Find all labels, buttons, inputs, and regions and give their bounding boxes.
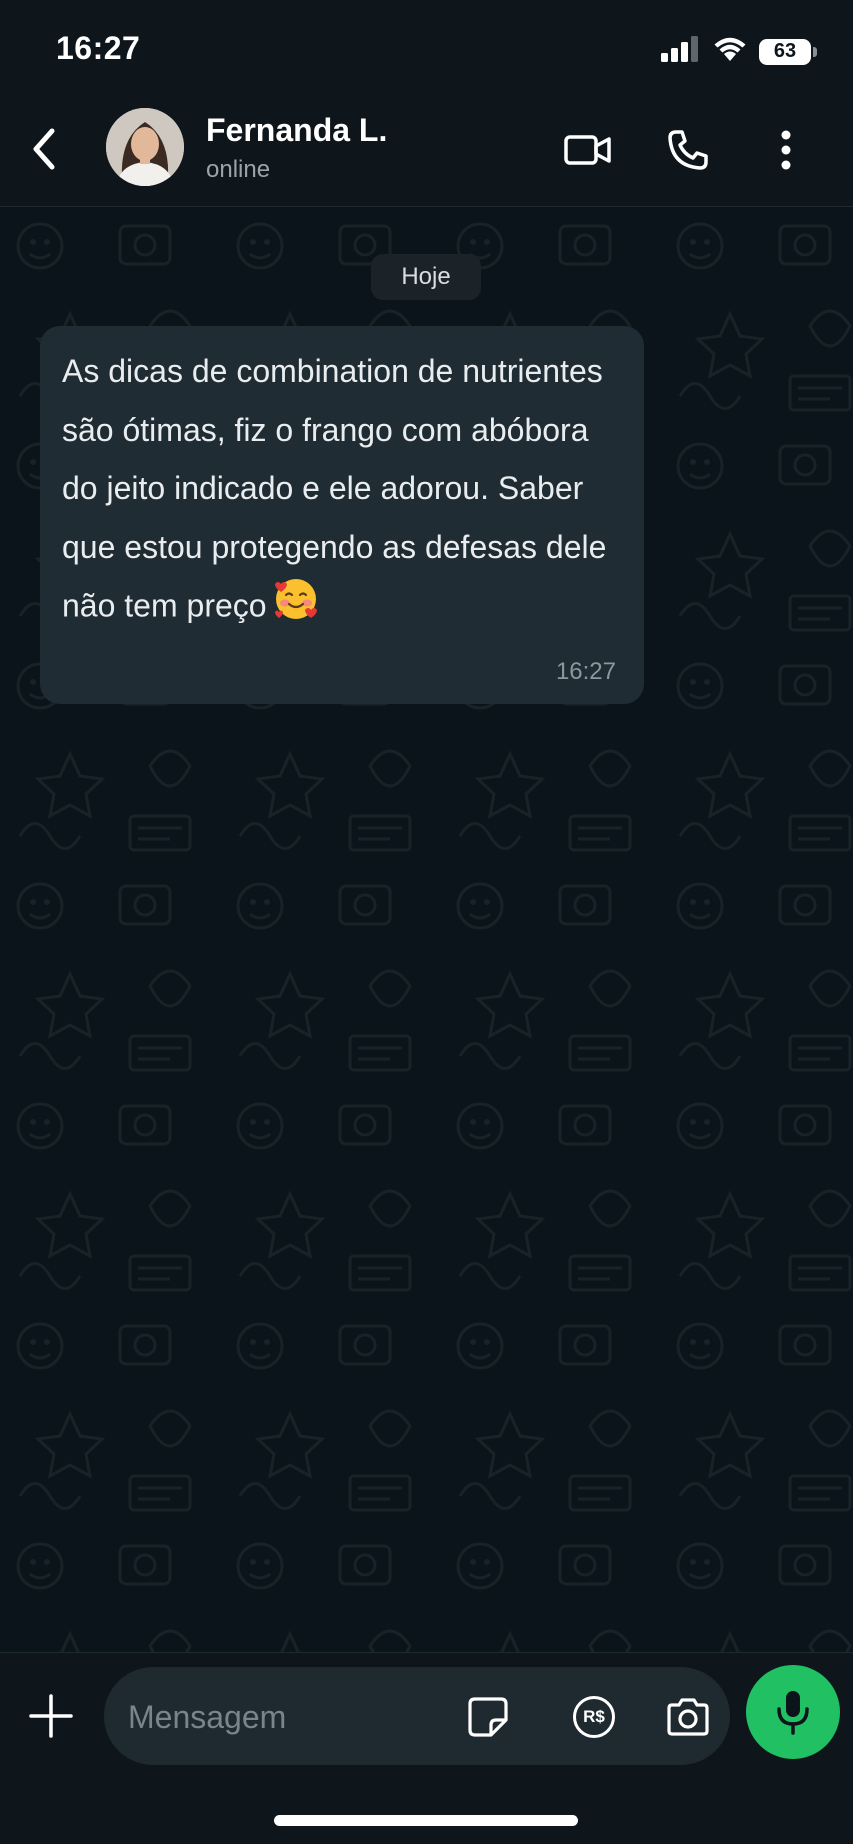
chat-header: Fernanda L. online	[0, 100, 853, 207]
cellular-signal-icon	[661, 36, 701, 67]
contact-name[interactable]: Fernanda L.	[206, 112, 387, 149]
back-icon	[33, 128, 55, 170]
sticker-button[interactable]	[460, 1689, 516, 1745]
wifi-icon	[713, 36, 747, 67]
date-separator: Hoje	[371, 254, 481, 300]
battery-level: 63	[773, 40, 797, 62]
incoming-message-bubble[interactable]: As dicas de combination de nutrientes sã…	[40, 326, 644, 704]
status-time: 16:27	[56, 30, 141, 66]
sticker-icon	[468, 1697, 508, 1737]
camera-button[interactable]	[660, 1689, 716, 1745]
battery-tip	[813, 46, 817, 57]
attach-button[interactable]	[22, 1687, 80, 1745]
status-icons: 63	[661, 36, 817, 67]
payment-icon: R$	[573, 1696, 615, 1738]
more-options-button[interactable]	[758, 122, 814, 178]
home-indicator[interactable]	[274, 1815, 578, 1826]
avatar-image	[106, 108, 184, 186]
chat-screen: 16:27 63 Fernanda L. online Hoje As dica…	[0, 0, 853, 1844]
camera-icon	[667, 1698, 709, 1736]
avatar[interactable]	[106, 108, 184, 186]
contact-status: online	[206, 156, 271, 183]
plus-icon	[29, 1694, 73, 1738]
message-input[interactable]	[126, 1691, 460, 1743]
phone-icon	[668, 130, 708, 170]
video-call-button[interactable]	[560, 122, 616, 178]
video-call-icon	[564, 135, 611, 165]
microphone-icon	[777, 1691, 809, 1735]
status-bar: 16:27 63	[0, 0, 853, 100]
payment-button[interactable]: R$	[566, 1689, 622, 1745]
voice-message-button[interactable]	[746, 1665, 840, 1759]
smiling-face-with-hearts-icon	[273, 576, 319, 641]
message-text-content: As dicas de combination de nutrientes sã…	[62, 353, 607, 624]
battery-icon: 63	[759, 38, 811, 65]
voice-call-button[interactable]	[660, 122, 716, 178]
message-text: As dicas de combination de nutrientes sã…	[62, 342, 622, 641]
message-timestamp: 16:27	[555, 658, 616, 685]
message-input-box: R$	[104, 1667, 730, 1765]
more-options-icon	[781, 130, 791, 170]
back-button[interactable]	[20, 124, 70, 174]
